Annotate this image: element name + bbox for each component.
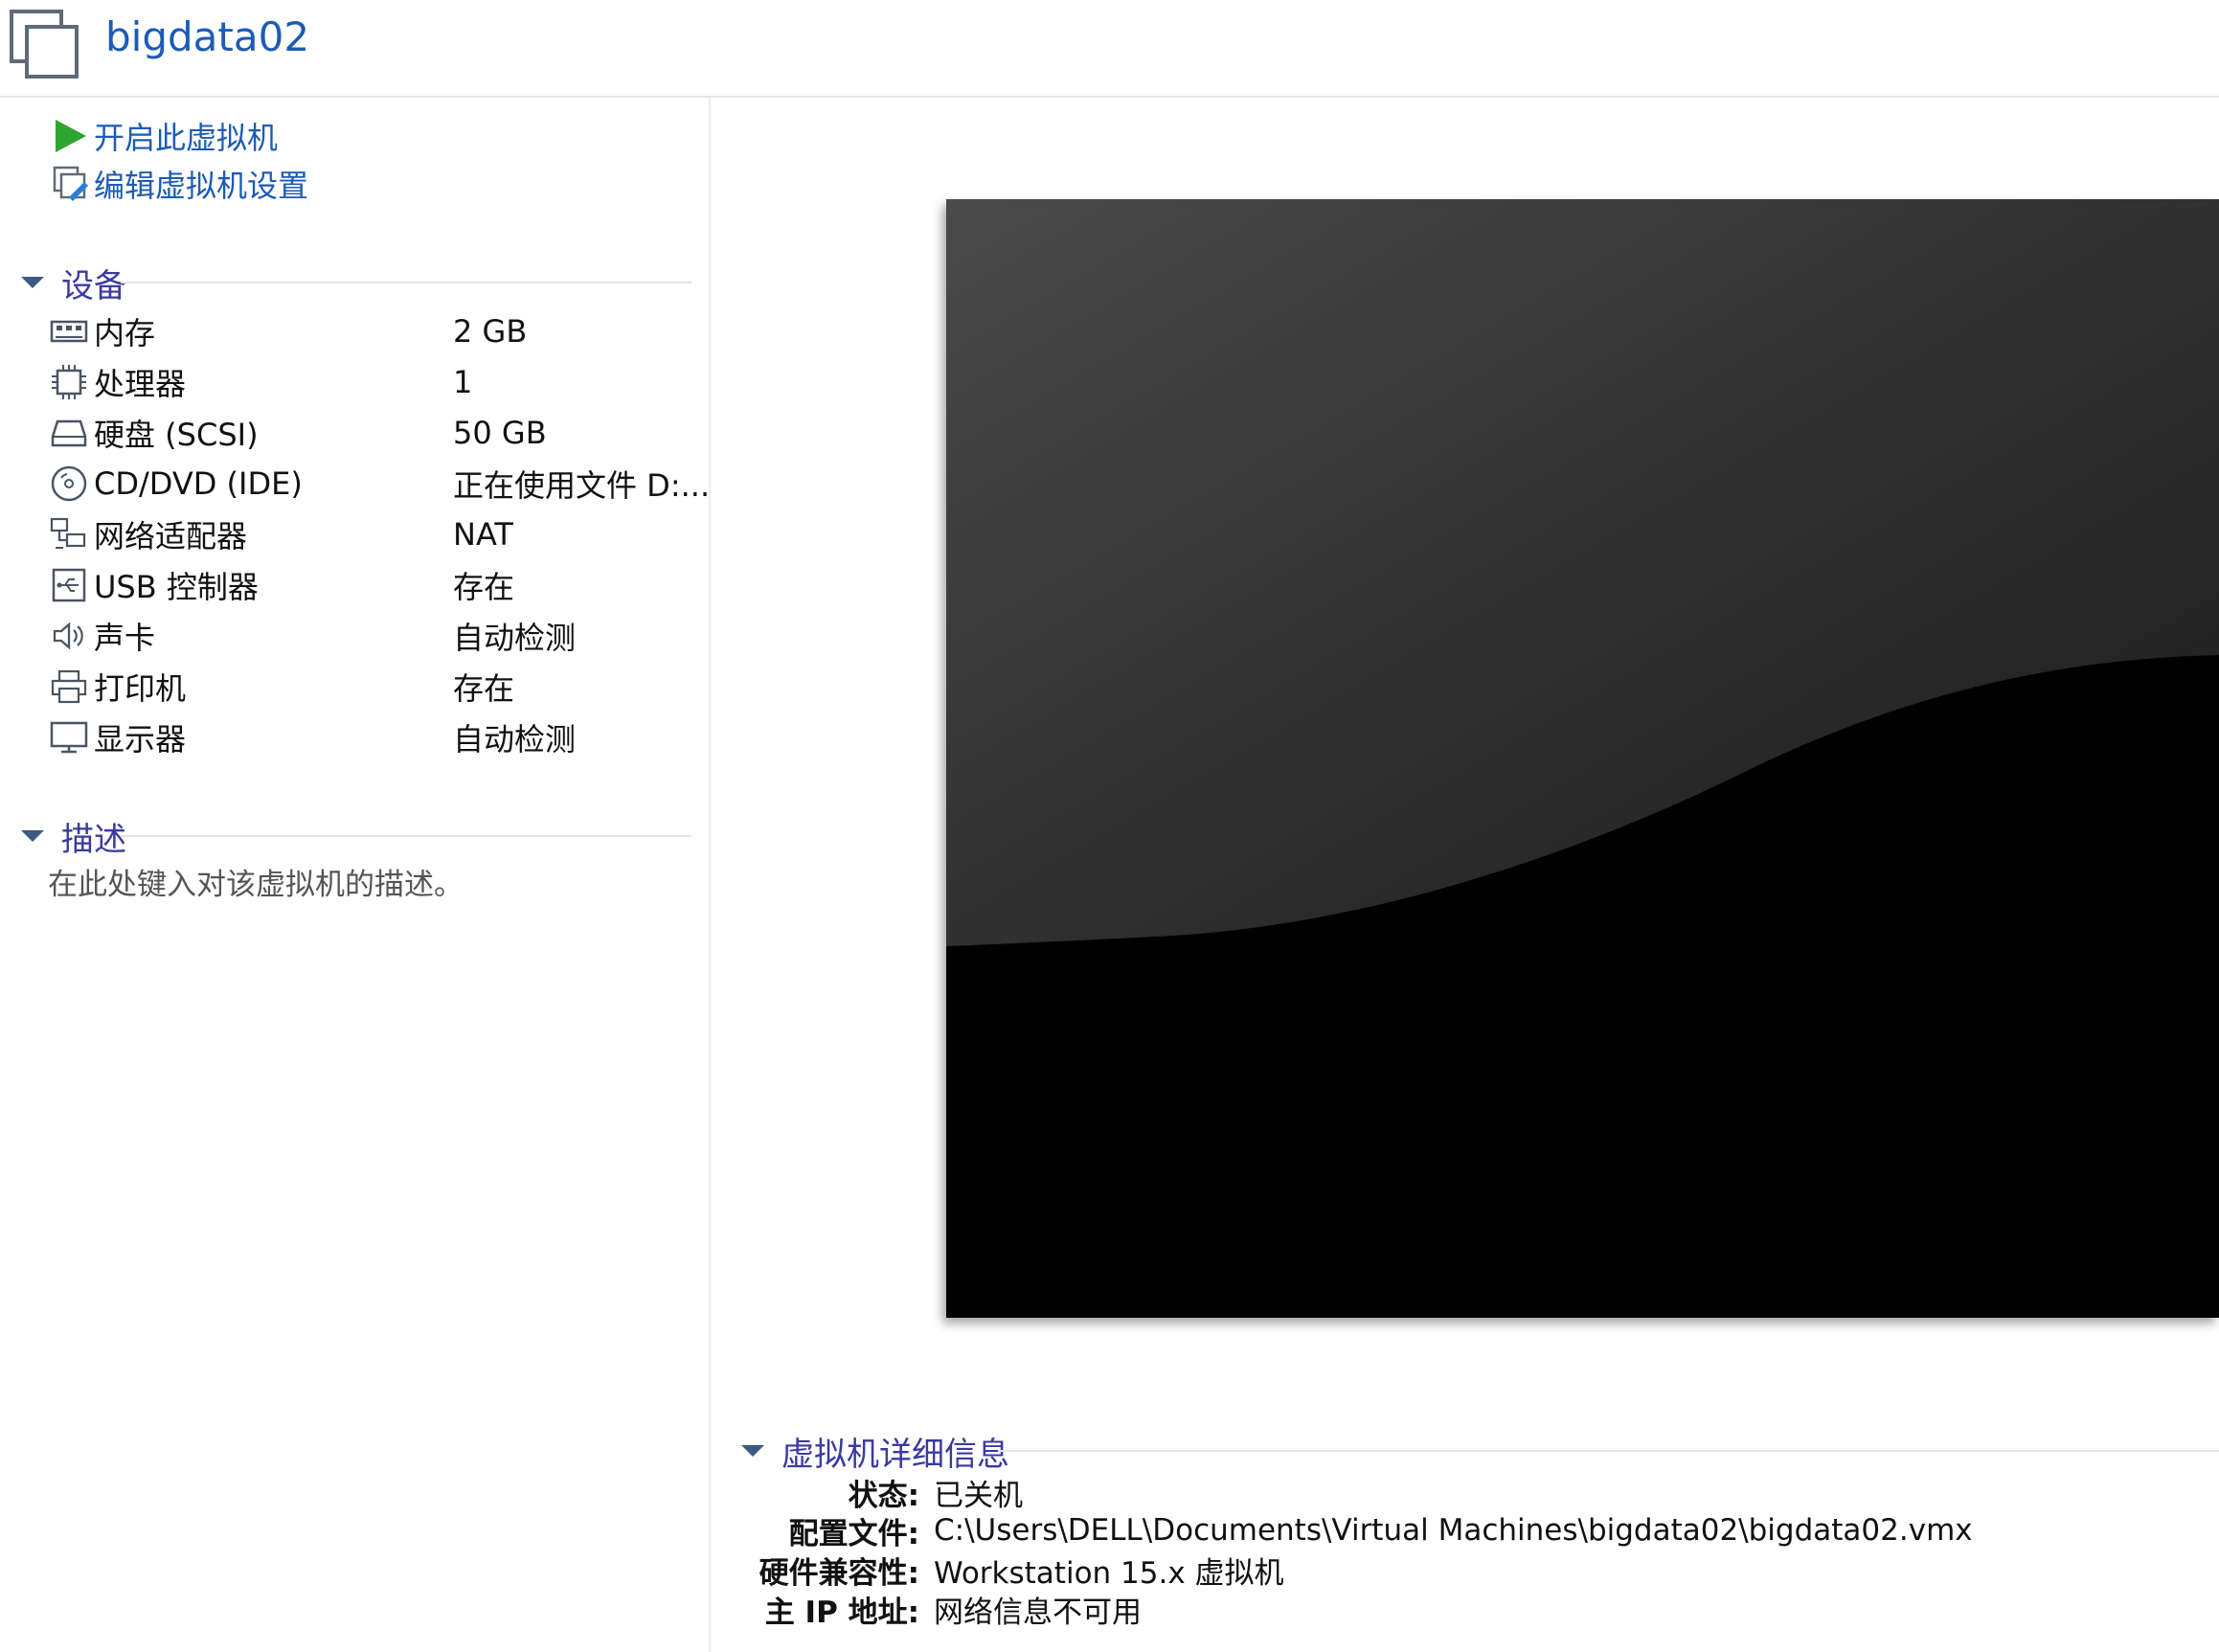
device-value: 存在 [453,670,515,707]
edit-settings-icon [53,166,88,201]
detail-label-compat: 硬件兼容性: [759,1555,919,1591]
device-value: 自动检测 [453,620,577,656]
description-divider [121,835,691,837]
right-panel: 虚拟机详细信息 状态: 配置文件: 硬件兼容性: 主 IP 地址: 已关机 C:… [711,98,2219,1652]
printer-icon [51,669,87,704]
device-name: 显示器 [94,721,187,758]
play-icon [56,120,86,152]
device-name: 硬盘 (SCSI) [94,417,259,453]
vm-screen-preview[interactable] [946,199,2219,1318]
description-input[interactable]: 在此处键入对该虚拟机的描述。 [48,860,464,903]
device-name: CD/DVD (IDE) [94,465,303,502]
collapse-triangle-icon [741,1445,764,1457]
device-value: 2 GB [453,313,528,350]
devices-divider [121,282,691,283]
device-row-network-adapter[interactable]: 网络适配器 NAT [50,510,701,558]
detail-label-config: 配置文件: [788,1516,919,1551]
device-row-memory[interactable]: 内存 2 GB [50,307,701,355]
left-panel: 开启此虚拟机 编辑虚拟机设置 设备 内存 2 GB 处理器 1 硬盘 (SCSI… [0,98,711,1652]
device-value: 正在使用文件 D:... [453,467,711,504]
device-name: 处理器 [94,366,187,402]
power-on-label: 开启此虚拟机 [94,120,279,156]
device-row-sound-card[interactable]: 声卡 自动检测 [50,612,701,660]
device-name: 网络适配器 [94,518,248,554]
details-values: 已关机 C:\Users\DELL\Documents\Virtual Mach… [934,1478,1973,1630]
edit-settings-button[interactable]: 编辑虚拟机设置 [52,161,308,207]
detail-label-status: 状态: [848,1478,919,1513]
devices-heading: 设备 [61,266,126,306]
speaker-icon [53,622,83,650]
monitor-icon [50,721,88,754]
vm-title: bigdata02 [105,13,310,60]
device-name: 声卡 [94,620,156,656]
memory-icon [50,320,88,343]
cd-dvd-icon [51,465,87,502]
collapse-triangle-icon [21,830,44,842]
device-value: 50 GB [453,415,547,451]
device-row-cd-dvd[interactable]: CD/DVD (IDE) 正在使用文件 D:... [50,460,710,508]
device-value: 1 [453,364,473,400]
device-row-printer[interactable]: 打印机 存在 [50,663,701,711]
preview-art [946,199,2219,1318]
device-name: USB 控制器 [94,569,259,605]
device-value: NAT [453,516,513,553]
power-on-button[interactable]: 开启此虚拟机 [52,113,278,159]
usb-controller-icon [52,568,86,602]
details-divider [998,1450,2219,1452]
device-row-usb-controller[interactable]: USB 控制器 存在 [50,561,701,609]
header: bigdata02 [0,0,2219,98]
detail-label-ip: 主 IP 地址: [764,1595,919,1630]
device-value: 存在 [453,569,515,605]
device-row-processor[interactable]: 处理器 1 [50,358,701,406]
edit-settings-label: 编辑虚拟机设置 [94,168,309,204]
processor-icon [52,365,86,399]
details-heading: 虚拟机详细信息 [781,1435,1009,1474]
device-value: 自动检测 [453,721,577,758]
details-section-toggle[interactable]: 虚拟机详细信息 [739,1429,1009,1474]
devices-section-toggle[interactable]: 设备 [19,260,126,306]
collapse-triangle-icon [21,277,44,288]
device-row-display[interactable]: 显示器 自动检测 [50,713,701,761]
description-heading: 描述 [61,820,126,859]
device-name: 打印机 [94,670,187,707]
device-row-hard-disk[interactable]: 硬盘 (SCSI) 50 GB [50,409,701,457]
network-adapter-icon [50,517,86,549]
virtual-machine-icon [10,10,79,79]
description-section-toggle[interactable]: 描述 [19,814,126,859]
hard-disk-icon [51,419,87,447]
details-labels: 状态: 配置文件: 硬件兼容性: 主 IP 地址: [711,1473,919,1636]
device-name: 内存 [94,315,156,351]
